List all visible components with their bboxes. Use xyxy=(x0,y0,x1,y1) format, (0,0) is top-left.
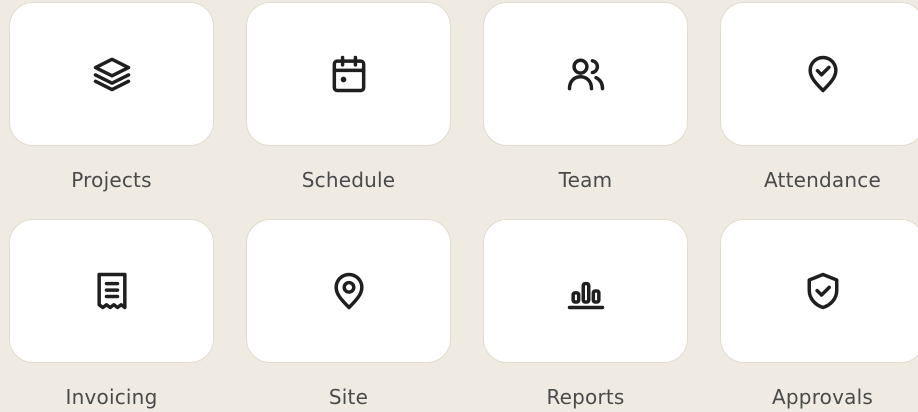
calendar-icon xyxy=(332,55,365,93)
schedule-label: Schedule xyxy=(301,168,396,192)
approvals-button[interactable] xyxy=(720,219,918,363)
schedule-button[interactable] xyxy=(246,2,451,146)
tile-reports: Reports xyxy=(474,217,711,412)
invoicing-label: Invoicing xyxy=(65,385,158,409)
attendance-label: Attendance xyxy=(764,168,881,192)
users-icon xyxy=(567,58,604,91)
tile-team: Team xyxy=(474,0,711,206)
projects-button[interactable] xyxy=(9,2,214,146)
attendance-button[interactable] xyxy=(720,2,918,146)
shield-check-icon xyxy=(807,272,838,310)
layers-icon xyxy=(93,57,130,92)
bar-chart-icon xyxy=(567,281,604,310)
reports-button[interactable] xyxy=(483,219,688,363)
site-label: Site xyxy=(328,385,369,409)
location-check-icon xyxy=(807,55,838,93)
tile-attendance: Attendance xyxy=(711,0,918,206)
invoicing-button[interactable] xyxy=(9,219,214,363)
tile-approvals: Approvals xyxy=(711,217,918,412)
receipt-icon xyxy=(96,272,127,310)
site-button[interactable] xyxy=(246,219,451,363)
map-pin-icon xyxy=(333,272,364,310)
projects-label: Projects xyxy=(71,168,152,192)
reports-label: Reports xyxy=(546,385,625,409)
app-grid: Projects Schedule Team Attendance Invoic… xyxy=(0,0,918,412)
tile-invoicing: Invoicing xyxy=(0,217,237,412)
approvals-label: Approvals xyxy=(772,385,873,409)
team-button[interactable] xyxy=(483,2,688,146)
tile-projects: Projects xyxy=(0,0,237,206)
tile-schedule: Schedule xyxy=(237,0,474,206)
team-label: Team xyxy=(558,168,613,192)
tile-site: Site xyxy=(237,217,474,412)
